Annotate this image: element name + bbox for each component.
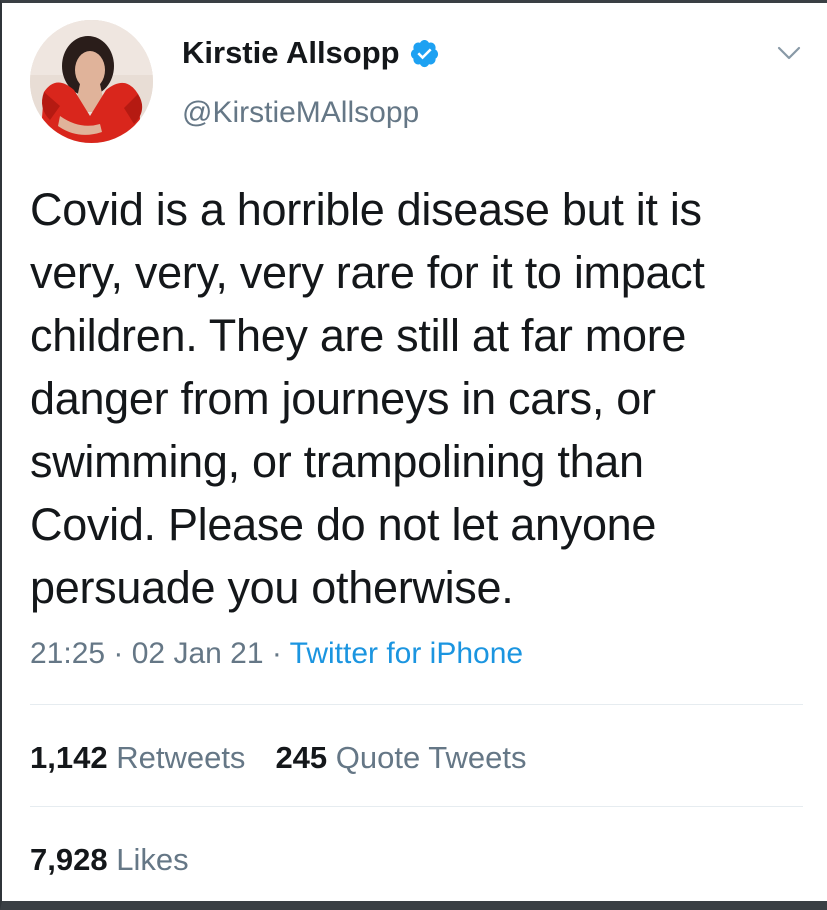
tweet-source-link[interactable]: Twitter for iPhone xyxy=(290,637,523,670)
engagement-stats-row: 1,142 Retweets 245 Quote Tweets xyxy=(30,740,527,776)
author-name-text[interactable]: Kirstie Allsopp xyxy=(182,35,400,71)
tweet-time[interactable]: 21:25 xyxy=(30,637,105,670)
retweets-label: Retweets xyxy=(116,740,246,775)
tweet-text: Covid is a horrible disease but it is ve… xyxy=(30,184,705,613)
retweets-count: 1,142 xyxy=(30,740,108,775)
likes-count: 7,928 xyxy=(30,842,108,877)
verified-badge-icon xyxy=(409,38,440,69)
meta-separator: · xyxy=(263,637,290,670)
likes-stats-row: 7,928 Likes xyxy=(30,842,189,878)
retweets-stat[interactable]: 1,142 Retweets xyxy=(30,740,245,776)
meta-separator: · xyxy=(105,637,132,670)
divider xyxy=(30,806,803,807)
quote-tweets-label: Quote Tweets xyxy=(335,740,527,775)
likes-stat[interactable]: 7,928 Likes xyxy=(30,842,189,878)
divider xyxy=(30,704,803,705)
tweet-metadata: 21:25 · 02 Jan 21 · Twitter for iPhone xyxy=(30,637,523,671)
author-handle[interactable]: @KirstieMAllsopp xyxy=(182,96,419,130)
chevron-down-icon[interactable] xyxy=(772,39,806,67)
likes-label: Likes xyxy=(116,842,189,877)
avatar-photo xyxy=(30,20,153,143)
avatar[interactable] xyxy=(30,20,153,143)
quote-tweets-stat[interactable]: 245 Quote Tweets xyxy=(275,740,526,776)
author-name[interactable]: Kirstie Allsopp xyxy=(182,35,440,71)
tweet-card: Kirstie Allsopp @KirstieMAllsopp Covid i… xyxy=(0,0,827,910)
quote-tweets-count: 245 xyxy=(275,740,328,775)
tweet-date[interactable]: 02 Jan 21 xyxy=(132,637,264,670)
